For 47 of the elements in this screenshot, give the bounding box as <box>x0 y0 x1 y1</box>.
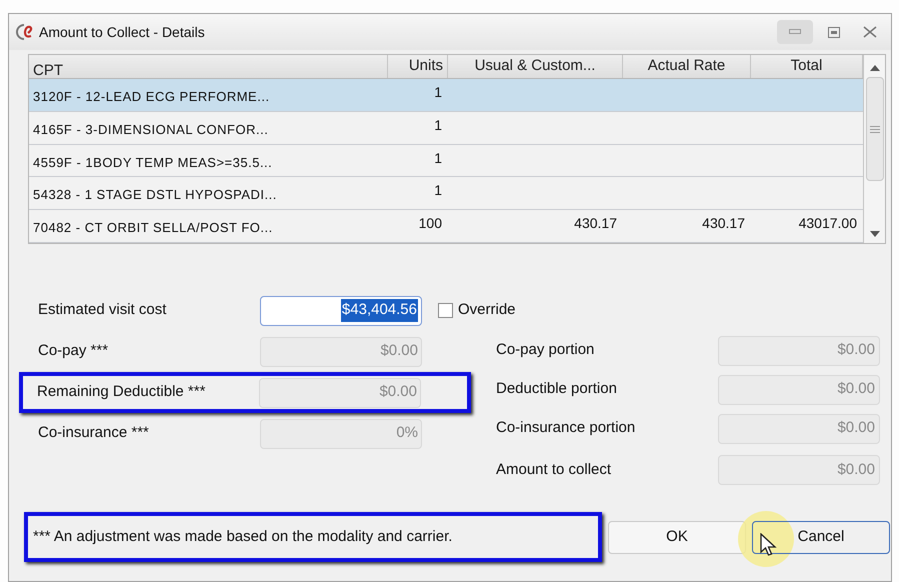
column-header[interactable]: Units <box>388 55 448 78</box>
minimize-icon <box>789 29 801 35</box>
amount-field: $0.00 <box>718 336 880 366</box>
table-cell: 1 <box>434 116 442 133</box>
field-label: Co-insurance portion <box>496 418 636 438</box>
table-cell: 100 <box>418 215 442 232</box>
minimize-button[interactable] <box>777 20 813 44</box>
field-label: Estimated visit cost <box>37 300 168 320</box>
table-cell: 1 <box>434 150 442 166</box>
column-header[interactable]: Actual Rate <box>623 55 751 78</box>
ok-button[interactable]: OK <box>608 520 746 554</box>
scroll-thumb[interactable] <box>866 77 884 181</box>
table-cell: 430.17 <box>702 215 745 232</box>
table-cell: 43017.00 <box>798 215 857 232</box>
column-header[interactable]: CPT <box>29 55 388 78</box>
field-label: Remaining Deductible *** <box>36 382 206 402</box>
field-label: Co-pay portion <box>496 340 596 360</box>
scrollbar[interactable] <box>863 55 885 243</box>
field-label: Deductible portion <box>496 379 618 400</box>
footnote-text: *** An adjustment was made based on the modality and carrier. <box>33 526 452 547</box>
table-cell: 4165F - 3-DIMENSIONAL CONFOR... <box>33 122 268 137</box>
amount-field[interactable]: $43,404.56 <box>260 296 422 326</box>
maximize-icon <box>828 26 840 38</box>
table-cell: 430.17 <box>574 215 617 232</box>
table-cell: 3120F - 12-LEAD ECG PERFORME... <box>33 89 270 104</box>
cancel-button[interactable]: Cancel <box>752 520 890 554</box>
table-cell: 54328 - 1 STAGE DSTL HYPOSPADI... <box>33 187 277 202</box>
table-cell: 4559F - 1BODY TEMP MEAS>=35.5... <box>33 154 272 170</box>
column-header[interactable]: Usual & Custom... <box>448 55 623 78</box>
table-cell: 70482 - CT ORBIT SELLA/POST FO... <box>33 220 273 236</box>
amount-field: $0.00 <box>718 374 880 404</box>
field-label: Amount to collect <box>496 460 612 480</box>
table-row[interactable]: 3120F - 12-LEAD ECG PERFORME... 1 <box>29 79 863 112</box>
amount-field: $0.00 <box>718 414 880 444</box>
table-row[interactable]: 4559F - 1BODY TEMP MEAS>=35.5... 1 <box>29 144 863 178</box>
amount-field: $0.00 <box>718 455 880 485</box>
mouse-pointer-icon <box>760 532 778 556</box>
window-title: Amount to Collect - Details <box>39 22 205 42</box>
scroll-down-icon[interactable] <box>870 231 880 237</box>
table-cell: 1 <box>434 84 442 100</box>
close-icon <box>863 26 877 38</box>
field-label: Co-pay *** <box>37 341 110 362</box>
override-label: Override <box>458 300 516 320</box>
field-label: Co-insurance *** <box>37 423 150 444</box>
table-cell: 1 <box>434 182 442 198</box>
scroll-up-icon[interactable] <box>870 65 880 71</box>
override-checkbox[interactable] <box>438 303 453 318</box>
